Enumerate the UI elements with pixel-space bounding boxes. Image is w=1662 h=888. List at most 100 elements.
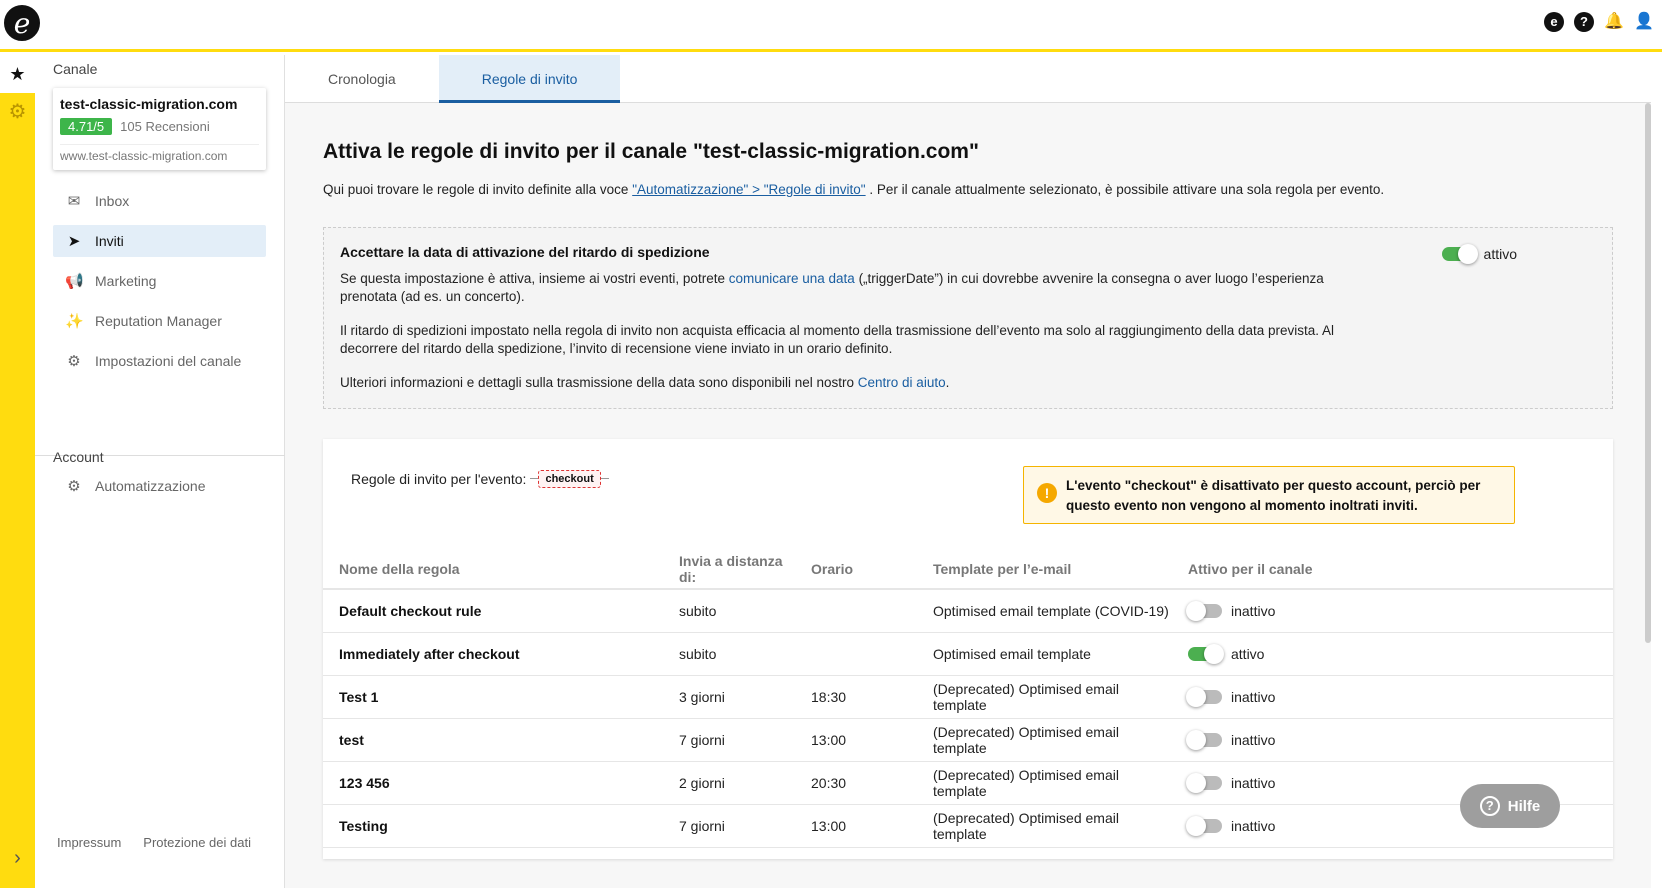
help-icon[interactable]: ? [1574,12,1594,32]
account-label: Account [53,449,104,465]
rule-name: 123 456 [323,761,663,805]
col-active: Attivo per il canale [1172,549,1613,590]
channel-card[interactable]: test-classic-migration.com 4.71/5 105 Re… [53,88,266,170]
rule-delay: 2 giorni [663,761,795,805]
rule-template: Optimised email template [917,632,1172,676]
privacy-link[interactable]: Protezione dei dati [143,835,251,850]
sidebar-item-label: Impostazioni del canale [95,353,242,369]
rule-time: 18:30 [795,675,917,719]
etrusted-logo[interactable]: e [4,5,40,41]
content-area: Attiva le regole di invito per il canale… [285,140,1651,859]
event-label: Regole di invito per l'evento: [351,470,527,487]
rule-name: test [323,718,663,762]
sidebar-item-reputation-manager[interactable]: ✨ Reputation Manager [53,305,266,337]
sidebar-item-label: Reputation Manager [95,313,222,329]
sidebar: Canale test-classic-migration.com 4.71/5… [35,55,285,888]
rule-delay: subito [663,632,795,676]
rule-name: Test 1 [323,675,663,719]
rule-time: 13:00 [795,804,917,848]
info-paragraph-3: Ulteriori informazioni e dettagli sulla … [340,375,950,390]
intro-after: . Per il canale attualmente selezionato,… [865,182,1385,197]
table-row: Default checkout rule subito Optimised e… [323,589,1613,633]
sidebar-item-automatizzazione[interactable]: ⚙ Automatizzazione [53,470,266,502]
toggle-switch[interactable] [1441,244,1478,264]
rule-delay: 7 giorni [663,718,795,762]
event-tag: checkout [530,469,610,488]
warning-icon: ! [1037,483,1057,503]
rule-name: Immediately after checkout [323,632,663,676]
channel-rating: 4.71/5 105 Recensioni [60,118,259,135]
sidebar-item-label: Inviti [95,233,124,249]
rule-template: (Deprecated) Optimised email template [917,804,1172,848]
rule-status: attivo [1172,632,1613,676]
rating-badge: 4.71/5 [60,118,113,135]
channel-url: www.test-classic-migration.com [60,144,259,163]
help-button[interactable]: ? Hilfe [1460,784,1560,828]
trigger-date-toggle[interactable]: attivo [1441,244,1517,264]
expand-chevron-icon[interactable]: › [0,847,35,870]
top-bar: e e ? 🔔 👤 [0,0,1662,52]
rule-delay: 7 giorni [663,804,795,848]
impressum-link[interactable]: Impressum [57,835,121,850]
rule-time [795,589,917,633]
account-nav: ⚙ Automatizzazione [53,470,266,510]
table-row: Testing 7 giorni 13:00 (Deprecated) Opti… [323,804,1613,848]
sidebar-item-inviti[interactable]: ➤ Inviti [53,225,266,257]
rules-card: Regole di invito per l'evento: checkout … [323,439,1613,859]
help-button-label: Hilfe [1507,797,1541,815]
rules-table: Nome della regola Invia a distanza di: O… [323,549,1613,848]
user-icon[interactable]: 👤 [1634,12,1654,32]
trigger-date-info-box: Accettare la data di attivazione del rit… [323,227,1613,409]
page-title: Attiva le regole di invito per il canale… [323,140,979,163]
tab-cronologia[interactable]: Cronologia [285,55,439,103]
toggle-label: attivo [1483,246,1517,262]
table-row: test 7 giorni 13:00 (Deprecated) Optimis… [323,718,1613,762]
inbox-icon: ✉ [67,193,81,210]
table-header-row: Nome della regola Invia a distanza di: O… [323,549,1613,590]
sidebar-footer: Impressum Protezione dei dati [57,835,251,850]
toggle-switch[interactable] [1186,815,1222,836]
toggle-switch[interactable] [1186,600,1222,621]
automation-rules-link[interactable]: "Automatizzazione" > "Regole di invito" [632,182,865,197]
rule-template: Optimised email template (COVID-19) [917,589,1172,633]
rule-delay: subito [663,589,795,633]
main-scrollbar[interactable] [1645,103,1651,643]
channel-label: Canale [53,61,98,77]
table-row: Immediately after checkout subito Optimi… [323,632,1613,676]
status-label: inattivo [1231,817,1276,834]
gear-icon: ⚙ [67,353,81,370]
channel-nav: ✉ Inbox ➤ Inviti 📢 Marketing ✨ Reputatio… [53,185,266,385]
toggle-switch[interactable] [1186,686,1222,707]
toggle-switch[interactable] [1186,729,1222,750]
event-tag-text: checkout [538,470,601,488]
tab-regole-di-invito[interactable]: Regole di invito [438,55,621,103]
channel-name: test-classic-migration.com [60,96,238,112]
rule-status: inattivo [1172,718,1613,762]
intro-text: Qui puoi trovare le regole di invito def… [323,182,1613,197]
toggle-switch[interactable] [1188,643,1224,664]
sidebar-item-inbox[interactable]: ✉ Inbox [53,185,266,217]
info-heading: Accettare la data di attivazione del rit… [340,244,710,260]
status-label: inattivo [1231,774,1276,791]
bell-icon[interactable]: 🔔 [1604,12,1624,32]
help-center-link[interactable]: Centro di aiuto [858,375,946,390]
info-paragraph-2: Il ritardo di spedizioni impostato nella… [340,323,1335,356]
sidebar-item-channel-settings[interactable]: ⚙ Impostazioni del canale [53,345,266,377]
etrusted-icon[interactable]: e [1544,12,1564,32]
toggle-switch[interactable] [1186,772,1222,793]
rule-template: (Deprecated) Optimised email template [917,675,1172,719]
table-row: Test 1 3 giorni 18:30 (Deprecated) Optim… [323,675,1613,719]
star-icon[interactable]: ★ [0,55,35,93]
communicate-date-link[interactable]: comunicare una data [729,271,855,286]
paper-plane-icon: ➤ [67,233,81,250]
rule-name: Testing [323,804,663,848]
status-label: inattivo [1231,602,1276,619]
gear-icon[interactable]: ⚙ [0,93,35,131]
sidebar-item-marketing[interactable]: 📢 Marketing [53,265,266,297]
status-label: inattivo [1231,688,1276,705]
left-rail: ★ ⚙ › [0,55,35,888]
review-count: 105 Recensioni [120,119,210,134]
col-rule-name: Nome della regola [323,549,663,590]
help-question-icon: ? [1479,796,1500,816]
status-label: inattivo [1231,731,1276,748]
